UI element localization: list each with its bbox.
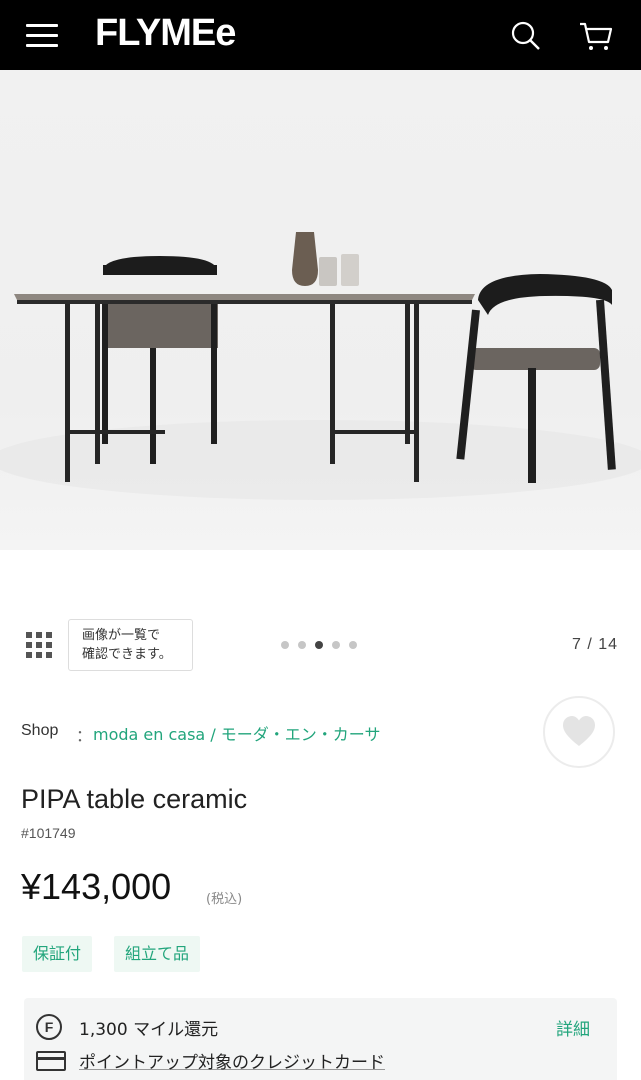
warranty-tag: 保証付 [22,936,93,972]
image-counter: 7 / 14 [572,636,619,653]
grid-view-icon[interactable] [26,632,52,658]
product-title: PIPA table ceramic [21,784,248,814]
product-price: ¥143,000 [21,866,172,907]
carousel-dot[interactable] [298,641,306,649]
assembly-tag: 組立て品 [114,936,201,972]
carousel-dot-active[interactable] [315,641,323,649]
tax-note: (税込) [206,892,243,907]
shop-separator: ： [76,728,93,745]
mileage-text: 1,300 マイル還元 [79,1020,219,1040]
flymee-mile-icon: F [36,1014,62,1040]
product-code: #101749 [21,825,76,841]
shop-label: Shop [21,722,59,739]
credit-card-icon [36,1051,66,1071]
site-logo[interactable]: FLYMEe [95,12,236,55]
credit-card-link[interactable]: ポイントアップ対象のクレジットカード [79,1048,385,1073]
carousel-dot[interactable] [281,641,289,649]
gallery-tooltip: 画像が一覧で 確認できます。 [68,619,193,671]
mileage-detail-link[interactable]: 詳細 [556,1015,590,1040]
tooltip-line-2: 確認できます。 [82,647,172,662]
cart-icon[interactable] [578,20,614,52]
site-header: FLYMEe [0,0,641,70]
search-icon[interactable] [510,20,542,52]
favorite-button[interactable] [543,696,615,768]
carousel-dot[interactable] [349,641,357,649]
product-image[interactable] [0,70,641,550]
tooltip-line-1: 画像が一覧で [82,628,161,643]
carousel-dot[interactable] [332,641,340,649]
hamburger-menu-icon[interactable] [26,24,58,48]
shop-link[interactable]: moda en casa / モーダ・エン・カーサ [93,721,380,745]
heart-icon [563,716,595,746]
